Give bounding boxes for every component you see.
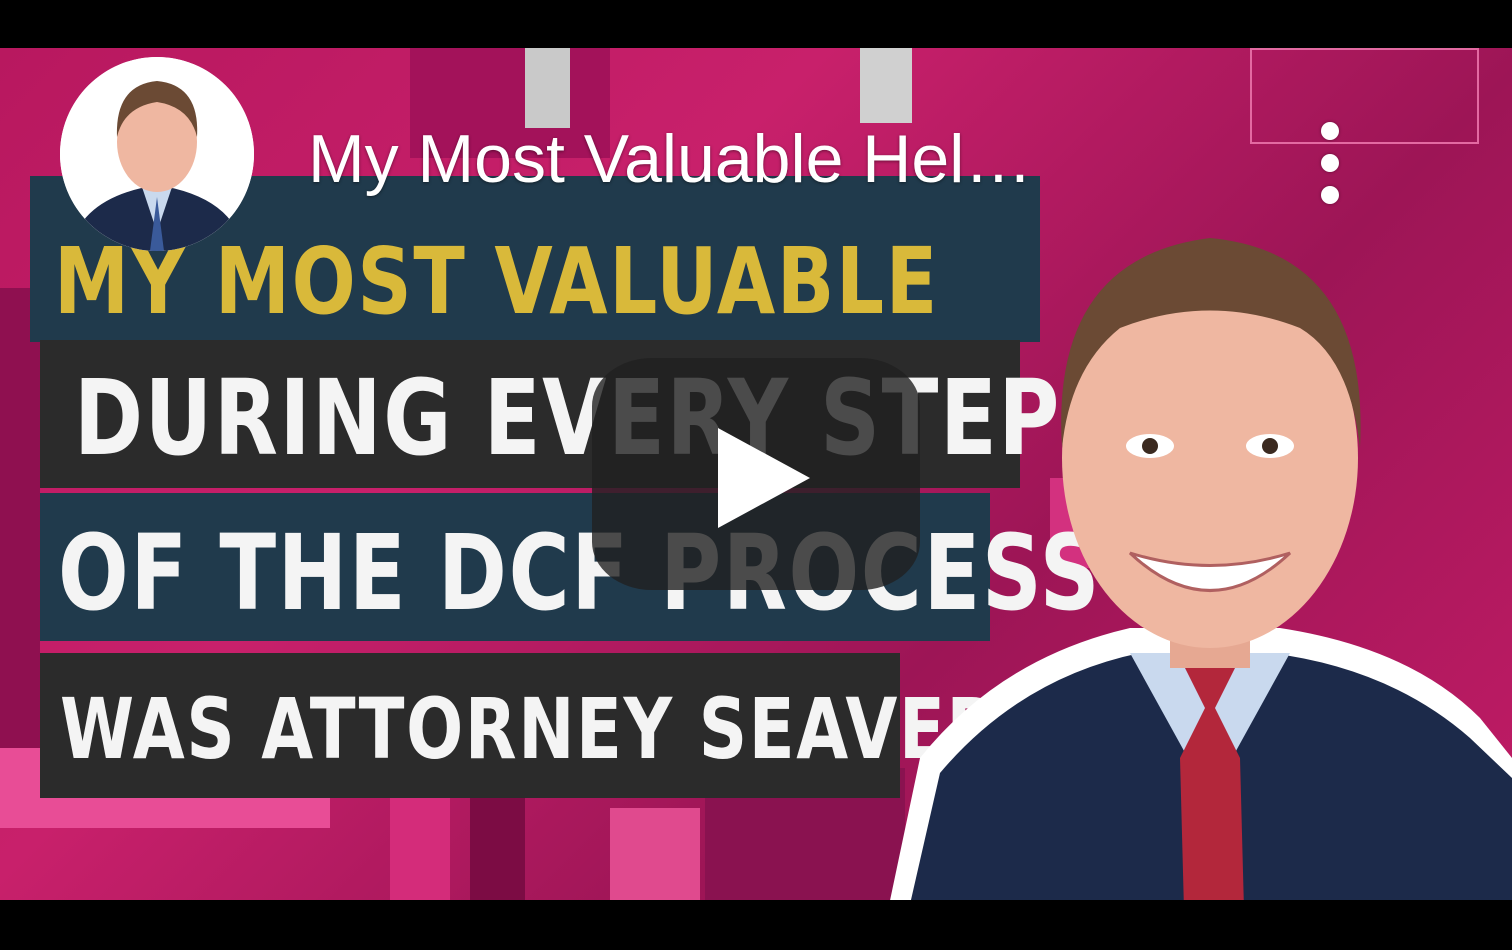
vertical-dots-icon — [1321, 154, 1339, 172]
video-player[interactable]: MY MOST VALUABLE DURING EVERY STEP OF TH… — [0, 0, 1512, 950]
more-options-button[interactable] — [1300, 108, 1360, 218]
play-button[interactable] — [592, 358, 920, 590]
vertical-dots-icon — [1321, 186, 1339, 204]
bg-block — [525, 48, 570, 128]
channel-avatar[interactable] — [60, 57, 254, 251]
vertical-dots-icon — [1321, 122, 1339, 140]
bg-block — [470, 788, 525, 900]
bg-block — [390, 798, 450, 900]
video-title[interactable]: My Most Valuable Hel… — [308, 120, 1032, 198]
attorney-portrait — [890, 238, 1512, 900]
headline-banner-4: WAS ATTORNEY SEAVER — [40, 653, 998, 798]
play-icon — [718, 428, 810, 528]
bg-block — [1250, 48, 1479, 144]
headline-line-1: MY MOST VALUABLE — [54, 228, 939, 335]
avatar-portrait-icon — [60, 57, 254, 251]
bg-block — [860, 48, 912, 123]
bg-block — [0, 288, 40, 748]
headline-line-4: WAS ATTORNEY SEAVER — [60, 680, 1000, 778]
bg-block — [610, 808, 700, 900]
